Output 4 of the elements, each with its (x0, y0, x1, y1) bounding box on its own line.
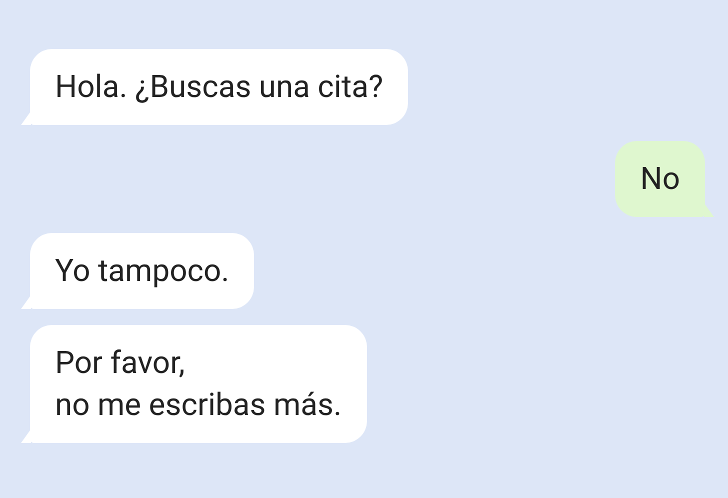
bubble-tail (704, 203, 714, 217)
bubble-tail (21, 295, 31, 309)
bubble-tail (21, 429, 31, 443)
bubble-tail (21, 111, 31, 125)
